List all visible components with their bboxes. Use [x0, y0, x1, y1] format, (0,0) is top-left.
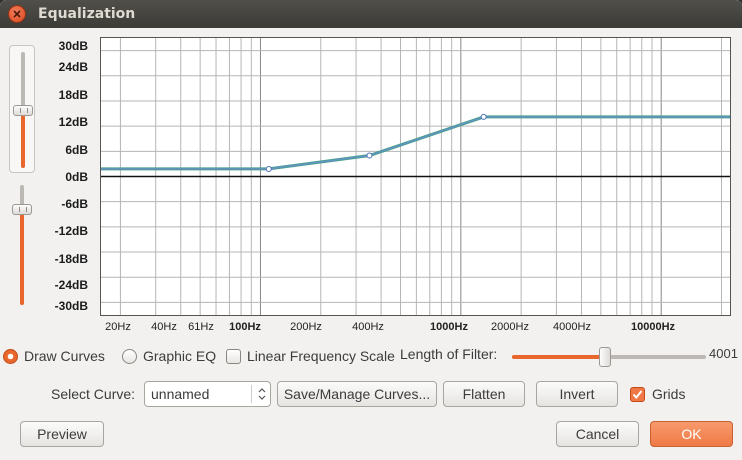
eq-curve-plot[interactable] [100, 37, 731, 316]
save-manage-curves-button[interactable]: Save/Manage Curves... [277, 381, 437, 407]
select-curve-label: Select Curve: [51, 386, 136, 402]
graphic-eq-radio[interactable] [122, 349, 137, 364]
gain-range-slider[interactable] [9, 45, 35, 173]
invert-button[interactable]: Invert [536, 381, 618, 407]
filter-length-fill [512, 355, 606, 359]
scale-slider-fill [20, 210, 24, 305]
freq-label: 200Hz [290, 321, 322, 333]
preview-button[interactable]: Preview [20, 421, 104, 447]
freq-label: 1000Hz [430, 321, 468, 333]
grids-label[interactable]: Grids [652, 386, 685, 402]
close-icon[interactable] [8, 5, 26, 23]
db-label: 24dB [58, 60, 88, 74]
db-label: -24dB [54, 278, 88, 292]
db-label: -6dB [61, 197, 88, 211]
db-label: 6dB [65, 143, 88, 157]
gain-range-fill [21, 110, 25, 168]
select-curve-combobox[interactable]: unnamed [144, 381, 271, 407]
linear-frequency-checkbox[interactable] [226, 349, 241, 364]
updown-arrows-icon [258, 388, 266, 400]
freq-label: 4000Hz [553, 321, 591, 333]
filter-length-label: Length of Filter: [400, 346, 498, 362]
gain-range-thumb[interactable] [13, 105, 33, 116]
freq-label: 40Hz [151, 321, 177, 333]
db-label: 12dB [58, 115, 88, 129]
db-label: -30dB [54, 299, 88, 313]
freq-label: 100Hz [229, 321, 261, 333]
db-label: -12dB [54, 224, 88, 238]
freq-label: 61Hz [188, 321, 214, 333]
title-bar: Equalization [0, 0, 742, 28]
window-title: Equalization [38, 6, 136, 22]
select-curve-value: unnamed [151, 386, 210, 402]
freq-label: 20Hz [105, 321, 131, 333]
cancel-button[interactable]: Cancel [556, 421, 639, 447]
freq-label: 10000Hz [630, 321, 676, 333]
flatten-button[interactable]: Flatten [443, 381, 525, 407]
db-label: 0dB [65, 170, 88, 184]
db-label: 30dB [58, 39, 88, 53]
eq-control-point [366, 152, 373, 159]
db-label: 18dB [58, 88, 88, 102]
combo-separator [251, 385, 252, 403]
eq-curve-inner-line [101, 116, 730, 170]
linear-frequency-label[interactable]: Linear Frequency Scale [247, 348, 395, 364]
filter-length-thumb[interactable] [599, 347, 612, 367]
freq-label: 400Hz [352, 321, 384, 333]
eq-chart-svg [101, 38, 730, 315]
draw-curves-radio[interactable] [3, 349, 18, 364]
draw-curves-label[interactable]: Draw Curves [24, 348, 105, 364]
eq-control-point [265, 165, 272, 172]
eq-curve-line [101, 115, 730, 171]
grids-checkbox[interactable] [630, 387, 645, 402]
equalization-window: Equalization 30dB 24dB 18dB 12dB 6dB 0dB… [0, 0, 742, 460]
scale-slider-thumb[interactable] [12, 204, 32, 215]
checkmark-icon [632, 390, 643, 400]
filter-length-value: 4001 [709, 346, 738, 361]
graphic-eq-label[interactable]: Graphic EQ [143, 348, 216, 364]
ok-button[interactable]: OK [650, 421, 733, 447]
eq-control-point [480, 113, 487, 120]
freq-label: 2000Hz [491, 321, 529, 333]
db-label: -18dB [54, 252, 88, 266]
